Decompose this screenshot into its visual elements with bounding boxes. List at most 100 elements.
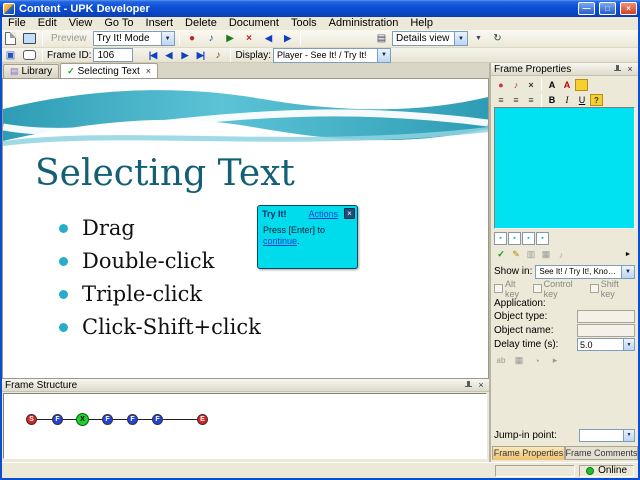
expand-arrow-icon[interactable]: ► — [621, 247, 635, 262]
frame-node[interactable]: F — [152, 414, 163, 425]
layers-icon[interactable]: ▣ — [2, 48, 19, 63]
underline-button[interactable]: U — [575, 93, 589, 108]
upk-developer-window: Content - UPK Developer — □ × File Edit … — [0, 0, 640, 480]
bubble-template-icon-4[interactable]: ▪ — [536, 231, 549, 245]
audio-icon[interactable]: ♪ — [209, 48, 226, 63]
jump-in-field[interactable]: ▼ — [579, 428, 635, 442]
highlight-icon[interactable] — [575, 78, 588, 91]
play-icon[interactable]: ▶ — [222, 31, 239, 46]
frame-structure-graph[interactable]: S F X F F F E — [3, 393, 487, 459]
minimize-button[interactable]: — — [578, 2, 595, 15]
view-mode-dropdown[interactable]: Details view ▼ — [392, 31, 468, 46]
tab-selecting-text[interactable]: ✓ Selecting Text × — [60, 63, 158, 78]
align-center-icon[interactable]: ≡ — [509, 93, 523, 108]
duplicate-icon[interactable]: ▥ — [524, 247, 538, 262]
confirm-icon[interactable]: ✓ — [494, 247, 508, 262]
menu-goto[interactable]: Go To — [98, 17, 139, 30]
delete-frame-icon[interactable]: × — [241, 31, 258, 46]
tab-frame-properties[interactable]: Frame Properties — [492, 446, 565, 460]
frame-node[interactable]: F — [127, 414, 138, 425]
frame-node-selected[interactable]: X — [76, 413, 89, 426]
next-frame-button[interactable]: ▶ — [177, 48, 191, 63]
frame-node[interactable]: F — [102, 414, 113, 425]
record-sound-icon[interactable]: ● — [494, 77, 508, 92]
bold-button[interactable]: B — [545, 93, 559, 108]
tryit-bubble-header[interactable]: Try It! Actions × — [258, 206, 357, 219]
frame-node[interactable]: F — [52, 414, 63, 425]
sound-muted-icon[interactable]: ♪ — [554, 247, 568, 262]
details-view-icon[interactable]: ▤ — [373, 31, 390, 46]
close-tab-icon[interactable]: × — [146, 66, 151, 76]
advance-icon[interactable]: ▸ — [548, 353, 562, 368]
insert-after-icon[interactable]: ▶ — [279, 31, 296, 46]
bullet-list: Drag Double-click Triple-click Click-Shi… — [59, 216, 261, 349]
close-panel-icon[interactable]: × — [476, 380, 486, 390]
frame-id-field[interactable]: 106 — [93, 48, 134, 62]
format-toolbar: ≡ ≡ ≡ B I U ? — [494, 93, 635, 107]
edit-pencil-icon[interactable]: ✎ — [509, 247, 523, 262]
pin-icon[interactable] — [464, 380, 473, 390]
first-frame-button[interactable]: |◀ — [145, 48, 159, 63]
align-right-icon[interactable]: ≡ — [524, 93, 538, 108]
align-left-icon[interactable]: ≡ — [494, 93, 508, 108]
font-color-icon[interactable]: A — [560, 77, 574, 92]
object-name-field — [577, 324, 635, 337]
bubble-template-icon-3[interactable]: ▪ — [522, 231, 535, 245]
frame-node-end[interactable]: E — [197, 414, 208, 425]
bubble-template-icon-2[interactable]: ▪ — [508, 231, 521, 245]
close-panel-icon[interactable]: × — [625, 64, 635, 74]
menu-document[interactable]: Document — [223, 17, 285, 30]
chevron-down-icon: ▼ — [621, 265, 634, 278]
menu-view[interactable]: View — [63, 17, 99, 30]
italic-button[interactable]: I — [560, 93, 574, 108]
menu-help[interactable]: Help — [404, 17, 439, 30]
sound-icon[interactable]: ♪ — [203, 31, 220, 46]
menu-edit[interactable]: Edit — [32, 17, 63, 30]
clock-icon[interactable]: ◔ — [530, 353, 544, 368]
player-preview-icon[interactable] — [21, 31, 38, 46]
preview-button[interactable]: Preview — [47, 33, 91, 44]
frame-node-start[interactable]: S — [26, 414, 37, 425]
last-frame-button[interactable]: ▶| — [193, 48, 207, 63]
help-icon[interactable]: ? — [590, 94, 603, 106]
text-entry-icon[interactable]: ab — [494, 353, 508, 368]
bullet-dot — [59, 223, 68, 233]
delete-sound-icon[interactable]: × — [524, 77, 538, 92]
filter-icon[interactable]: ▼ — [470, 31, 487, 46]
slide-canvas[interactable]: Selecting Text Drag Double-click Triple-… — [2, 78, 489, 379]
menu-administration[interactable]: Administration — [323, 17, 405, 30]
tab-library[interactable]: ▤ Library — [3, 64, 60, 78]
delay-time-field[interactable]: 5.0 ▼ — [577, 338, 635, 351]
document-icon[interactable] — [2, 31, 19, 46]
maximize-button[interactable]: □ — [599, 2, 616, 15]
continue-link[interactable]: continue — [263, 236, 297, 246]
previous-frame-button[interactable]: ◀ — [161, 48, 175, 63]
font-icon[interactable]: A — [545, 77, 559, 92]
frame-toolbar: ▣ Frame ID: 106 |◀ ◀ ▶ ▶| ♪ Display: Pla… — [0, 47, 640, 63]
frame-structure-panel: Frame Structure × S F X F F F E — [2, 379, 489, 462]
menu-delete[interactable]: Delete — [179, 17, 223, 30]
grid-icon[interactable]: ▦ — [539, 247, 553, 262]
bubble-icon[interactable] — [21, 48, 38, 63]
grid-icon[interactable]: ▦ — [512, 353, 526, 368]
bubble-text-editor[interactable] — [494, 107, 635, 229]
sound-icon[interactable]: ♪ — [509, 77, 523, 92]
close-button[interactable]: × — [620, 2, 637, 15]
show-in-dropdown[interactable]: See It! / Try It!, Know It!... ▼ — [535, 264, 635, 279]
display-mode-dropdown[interactable]: Player - See It! / Try It! ▼ — [273, 47, 392, 63]
tab-frame-comments[interactable]: Frame Comments — [565, 446, 638, 460]
menu-tools[interactable]: Tools — [285, 17, 323, 30]
chevron-down-icon: ▼ — [623, 429, 634, 441]
play-mode-dropdown[interactable]: Try It! Mode ▼ — [92, 31, 175, 46]
bubble-template-icon-1[interactable]: ▪ — [494, 231, 507, 245]
insert-before-icon[interactable]: ◀ — [260, 31, 277, 46]
actions-link[interactable]: Actions — [308, 209, 338, 219]
frame-structure-header: Frame Structure × — [2, 379, 489, 392]
record-icon[interactable]: ● — [184, 31, 201, 46]
pin-icon[interactable] — [613, 64, 622, 74]
close-icon[interactable]: × — [344, 208, 355, 219]
menu-file[interactable]: File — [2, 17, 32, 30]
modifier-keys-row: Alt key Control key Shift key — [494, 279, 635, 299]
menu-insert[interactable]: Insert — [140, 17, 180, 30]
refresh-icon[interactable]: ↻ — [489, 31, 506, 46]
